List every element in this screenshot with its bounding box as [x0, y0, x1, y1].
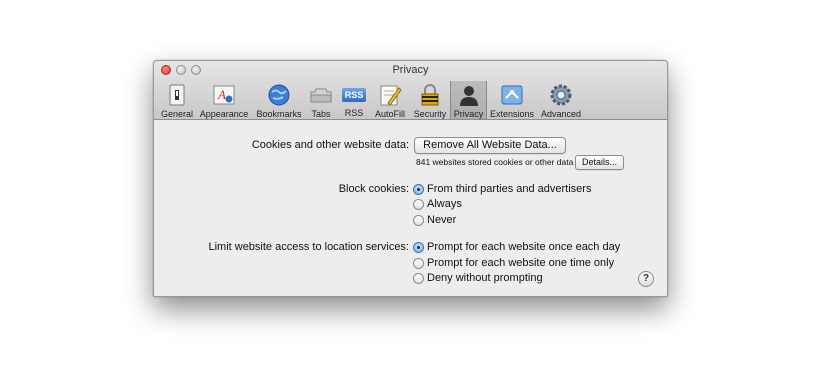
tab-general[interactable]: General — [159, 81, 195, 119]
help-button[interactable]: ? — [638, 271, 654, 287]
radio-button[interactable] — [413, 214, 424, 226]
radio-button[interactable] — [413, 183, 424, 195]
lock-icon — [418, 83, 442, 107]
gear-icon — [549, 83, 573, 107]
tab-autofill[interactable]: AutoFill — [370, 81, 410, 119]
tab-appearance[interactable]: A Appearance — [197, 81, 251, 119]
globe-icon — [267, 83, 291, 107]
puzzle-icon — [500, 83, 524, 107]
radio-button[interactable] — [413, 241, 424, 253]
block-cookies-label: Block cookies: — [338, 183, 409, 195]
tab-rss[interactable]: RSS RSS — [340, 81, 368, 118]
location-option-one-time-only[interactable]: Prompt for each website one time only — [413, 257, 614, 269]
remove-all-website-data-button[interactable]: Remove All Website Data... — [414, 137, 566, 154]
font-icon: A — [212, 83, 236, 107]
cookies-label: Cookies and other website data: — [251, 139, 409, 151]
toolbar: Privacy General A Appearance Bookmarks T… — [154, 61, 667, 120]
tab-security[interactable]: Security — [412, 81, 448, 119]
pencil-icon — [378, 83, 402, 107]
block-cookies-option-never[interactable]: Never — [413, 214, 456, 226]
tab-extensions[interactable]: Extensions — [488, 81, 536, 119]
block-cookies-option-third-parties[interactable]: From third parties and advertisers — [413, 183, 591, 195]
tab-bookmarks[interactable]: Bookmarks — [254, 81, 304, 119]
details-button[interactable]: Details... — [575, 155, 624, 170]
radio-button[interactable] — [413, 257, 424, 269]
switch-icon — [165, 83, 189, 107]
location-services-label: Limit website access to location service… — [208, 241, 409, 253]
stored-websites-text: 841 websites stored cookies or other dat… — [416, 157, 574, 167]
svg-text:A: A — [217, 87, 226, 102]
rss-icon: RSS — [342, 83, 366, 106]
radio-button[interactable] — [413, 198, 424, 210]
tabs-icon — [309, 83, 333, 107]
tab-advanced[interactable]: Advanced — [539, 81, 583, 119]
location-option-deny[interactable]: Deny without prompting — [413, 272, 543, 284]
block-cookies-option-always[interactable]: Always — [413, 198, 462, 210]
preferences-window: Privacy General A Appearance Bookmarks T… — [153, 60, 668, 297]
rss-badge: RSS — [342, 88, 366, 102]
location-option-once-each-day[interactable]: Prompt for each website once each day — [413, 241, 620, 253]
radio-button[interactable] — [413, 272, 424, 284]
tab-tabs[interactable]: Tabs — [306, 81, 336, 119]
person-silhouette-icon — [457, 83, 481, 107]
tab-privacy[interactable]: Privacy — [450, 81, 487, 119]
window-title: Privacy — [392, 64, 429, 76]
